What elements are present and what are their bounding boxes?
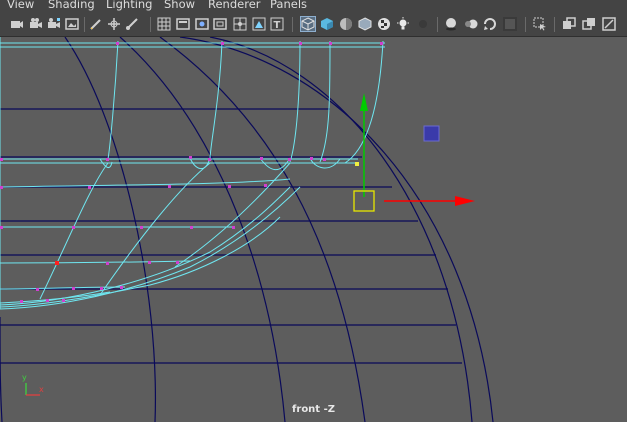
axis-x-label: x [39,385,44,394]
2d-pan-zoom-icon[interactable] [107,17,121,31]
smooth-shade-icon[interactable] [320,17,334,31]
field-chart-icon[interactable] [233,17,247,31]
shadows-icon[interactable] [416,17,430,31]
wireframe-icon[interactable] [300,16,316,32]
image-plane-icon[interactable] [65,17,79,31]
default-material-icon[interactable] [339,17,353,31]
gate-mask-icon[interactable] [213,17,227,31]
selected-vertex[interactable] [55,261,59,265]
select-camera-icon[interactable] [10,17,24,31]
toolbar-separator [292,17,293,32]
backface-culling-icon[interactable] [602,17,616,31]
safe-title-icon[interactable]: T [270,17,284,31]
grid-icon[interactable] [157,17,171,31]
use-all-lights-icon[interactable] [396,17,410,31]
menu-panels[interactable]: Panels [270,0,307,12]
svg-text:T: T [274,20,281,31]
toolbar-separator [150,17,151,32]
checker-icon[interactable] [377,17,391,31]
manipulator-plane-handle[interactable] [423,125,440,142]
isolate-select-icon[interactable] [533,17,547,31]
camera-name-label: front -Z [292,404,335,415]
toolbar-separator [84,17,85,32]
ambient-occlusion-icon[interactable] [444,17,458,31]
panel-menu-bar: View Shading Lighting Show Renderer Pane… [0,0,627,12]
film-gate-icon[interactable] [176,17,190,31]
menu-lighting[interactable]: Lighting [106,0,152,12]
motion-blur-icon[interactable] [464,17,478,31]
toolbar-separator [525,17,526,32]
menu-shading[interactable]: Shading [48,0,95,12]
active-vertex[interactable] [355,162,359,166]
x-ray-icon[interactable] [562,17,576,31]
anti-aliasing-icon[interactable] [503,17,517,31]
x-ray-joints-icon[interactable] [582,17,596,31]
panel-toolbar: T [0,12,627,37]
resolution-gate-icon[interactable] [195,17,209,31]
menu-show[interactable]: Show [164,0,195,12]
viewport-panel[interactable]: y x front -Z [0,37,627,422]
camera-attributes-icon[interactable] [29,17,43,31]
axis-y-label: y [22,373,27,382]
toolbar-separator [554,17,555,32]
multisample-icon[interactable] [483,17,497,31]
bookmarks-icon[interactable] [47,17,61,31]
toolbar-separator [437,17,438,32]
paint-brush-icon[interactable] [125,17,139,31]
grease-pencil-icon[interactable] [89,17,103,31]
menu-view[interactable]: View [7,0,34,12]
safe-action-icon[interactable] [252,17,266,31]
menu-renderer[interactable]: Renderer [208,0,261,12]
viewport-scene[interactable] [0,37,627,422]
wireframe-on-shaded-icon[interactable] [358,17,372,31]
